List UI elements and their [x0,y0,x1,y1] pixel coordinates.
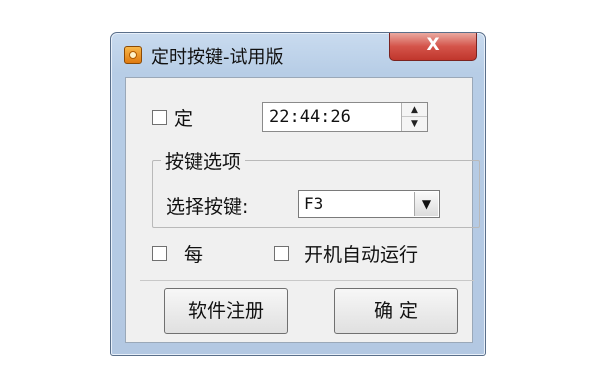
dialog-body: 定 22:44:26 ▲ ▼ 按键选项 选择按键: F3 ▼ 每 开机自动运行 … [125,77,480,343]
timer-enable-label: 定 [174,108,194,130]
divider [140,280,474,281]
timer-enable-checkbox[interactable] [152,110,167,125]
ok-button[interactable]: 确 定 [334,288,458,334]
app-window: 定时按键-试用版 X 定 22:44:26 ▲ ▼ 按键选项 选择按键: F3 … [110,32,486,356]
key-select[interactable]: F3 ▼ [298,190,440,218]
autostart-checkbox[interactable] [274,246,289,261]
spin-up-icon[interactable]: ▲ [402,103,427,117]
repeat-label: 每 [184,244,204,266]
key-select-value: F3 [304,194,324,213]
select-key-label: 选择按键: [166,196,249,218]
repeat-checkbox[interactable] [152,246,167,261]
close-button[interactable]: X [389,33,477,61]
autostart-label: 开机自动运行 [304,244,419,266]
window-title: 定时按键-试用版 [151,47,284,68]
time-spinner[interactable]: ▲ ▼ [401,103,427,131]
timer-app-icon [124,46,142,64]
time-value: 22:44:26 [269,107,351,127]
spin-down-icon[interactable]: ▼ [402,117,427,131]
time-input[interactable]: 22:44:26 ▲ ▼ [262,102,428,132]
key-options-group-title: 按键选项 [161,147,246,174]
register-button[interactable]: 软件注册 [164,288,288,334]
chevron-down-icon[interactable]: ▼ [414,192,438,216]
title-bar[interactable]: 定时按键-试用版 X [111,33,485,71]
